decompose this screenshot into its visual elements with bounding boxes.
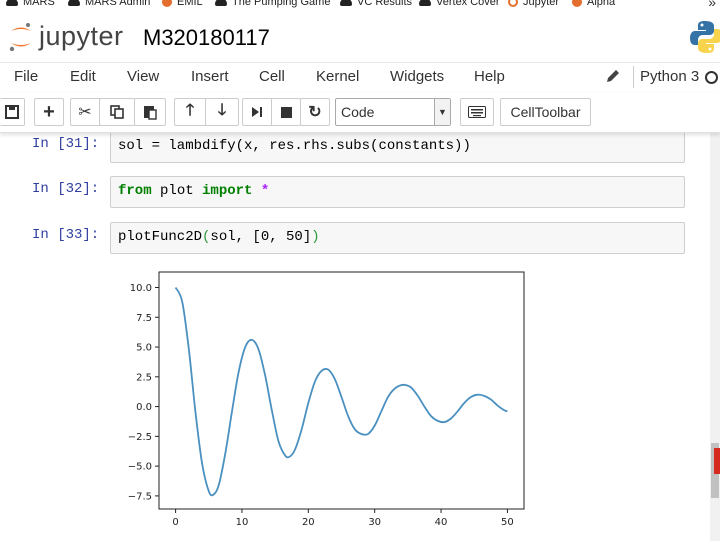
bookmark-mars[interactable]: MARS [6,0,55,8]
arrow-up-icon: 🡑 [185,101,195,119]
jupyter-logo[interactable]: jupyter [9,21,133,52]
plus-icon: + [43,101,55,123]
y-tick-label: −5.0 [128,462,152,473]
input-prompt: In [31]: [32,136,100,152]
x-tick-label: 30 [368,517,381,528]
menu-cell[interactable]: Cell [259,68,285,85]
celltoolbar-button[interactable]: CellToolbar [500,98,591,126]
stop-icon [280,106,292,118]
edit-pencil-icon[interactable] [606,69,620,83]
command-palette-button[interactable] [460,98,494,126]
hat-icon [6,0,18,6]
hat-icon [215,0,227,6]
red-marker [714,448,720,474]
cut-button[interactable]: ✂ [70,98,100,126]
y-tick-label: 10.0 [130,283,152,294]
y-tick-label: 7.5 [136,313,152,324]
code-cell-33[interactable]: In [33]: plotFunc2D(sol, [0, 50]) [0,222,700,254]
bookmark-vertex-cover[interactable]: Vertex Cover [419,0,500,8]
jupyter-icon [508,0,518,7]
y-tick-label: 2.5 [136,372,152,383]
menu-view[interactable]: View [127,68,159,85]
input-prompt: In [33]: [32,227,100,243]
bookmarks-bar: MARS MARS Admin EMIL The Pumping Game VC… [0,0,720,10]
bookmark-emil[interactable]: EMIL [162,0,203,8]
arrow-down-icon: 🡓 [217,101,227,119]
paste-icon [144,106,157,120]
save-button[interactable] [0,98,25,126]
emil-icon [162,0,172,7]
interrupt-button[interactable] [271,98,301,126]
keyboard-icon [468,106,486,118]
menu-edit[interactable]: Edit [70,68,96,85]
save-icon [5,105,19,119]
insert-cell-button[interactable]: + [34,98,64,126]
y-tick-label: 5.0 [136,343,152,354]
x-tick-label: 40 [435,517,448,528]
paste-button[interactable] [134,98,166,126]
python-logo-icon [690,21,720,53]
hat-icon [419,0,431,6]
bookmark-alpha[interactable]: Alpha [572,0,615,8]
y-tick-label: 0.0 [136,402,152,413]
input-prompt: In [32]: [32,181,100,197]
menu-widgets[interactable]: Widgets [390,68,444,85]
bookmark-jupyter[interactable]: Jupyter [508,0,559,8]
code-input[interactable]: sol = lambdify(x, res.rhs.subs(constants… [110,133,685,163]
scissors-icon: ✂ [78,104,92,121]
copy-icon [110,105,124,119]
restart-button[interactable]: ↻ [300,98,330,126]
move-up-button[interactable]: 🡑 [174,98,206,126]
menu-file[interactable]: File [14,68,38,85]
kernel-idle-icon [705,71,718,84]
menu-help[interactable]: Help [474,68,505,85]
vertical-scrollbar[interactable] [710,133,720,541]
step-forward-icon [252,107,262,117]
x-tick-label: 0 [172,517,178,528]
refresh-icon: ↻ [308,104,322,121]
bookmark-mars-admin[interactable]: MARS Admin [68,0,150,8]
menu-kernel[interactable]: Kernel [316,68,359,85]
notebook-header: jupyter M320180117 [0,10,720,62]
move-down-button[interactable]: 🡓 [205,98,239,126]
code-cell-31[interactable]: In [31]: sol = lambdify(x, res.rhs.subs(… [0,133,700,163]
code-input[interactable]: plotFunc2D(sol, [0, 50]) [110,222,685,254]
y-tick-label: −2.5 [128,432,152,443]
cell-type-select[interactable]: Code ▼ [335,98,451,126]
copy-button[interactable] [99,98,135,126]
code-input[interactable]: from plot import * [110,176,685,208]
plot-axes-frame [158,271,525,510]
kernel-separator [633,66,634,88]
bookmark-pumping-game[interactable]: The Pumping Game [215,0,330,8]
gear-icon [572,0,582,7]
x-tick-label: 50 [501,517,514,528]
hat-icon [340,0,352,6]
plot-output: 0 10 20 30 40 50 −7.5 −5.0 −2.5 0.0 2.5 5.0 7.5 10.0 [128,271,525,528]
toolbar: + ✂ 🡑 🡓 ↻ Code ▼ CellToolbar [0,93,720,133]
chevron-down-icon: ▼ [434,99,450,125]
x-tick-label: 10 [236,517,249,528]
run-button[interactable] [242,98,272,126]
code-cell-32[interactable]: In [32]: from plot import * [0,176,700,208]
notebook-name[interactable]: M320180117 [143,25,270,51]
bookmark-vc-results[interactable]: VC Results [340,0,412,8]
series-line [174,287,508,497]
menu-insert[interactable]: Insert [191,68,229,85]
more-bookmarks-icon[interactable]: » [708,0,716,10]
menu-bar: File Edit View Insert Cell Kernel Widget… [0,62,720,92]
kernel-name: Python 3 [640,68,700,85]
y-tick-label: −7.5 [128,491,152,502]
hat-icon [68,0,80,6]
jupyter-logo-icon [9,23,31,52]
x-tick-label: 20 [302,517,315,528]
